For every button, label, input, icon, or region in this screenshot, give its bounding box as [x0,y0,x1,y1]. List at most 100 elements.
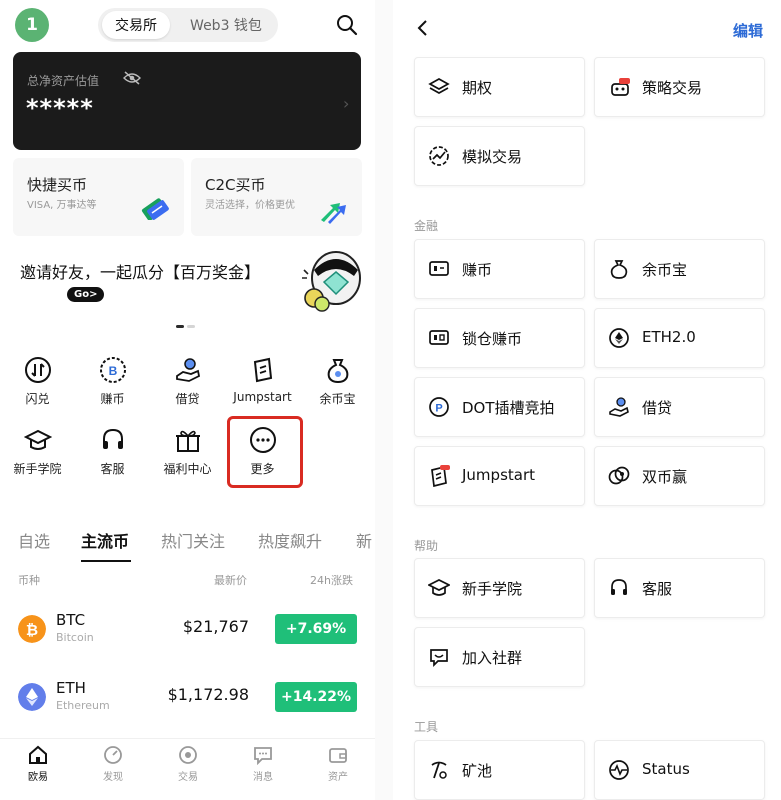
header-change: 24h涨跌 [310,574,353,587]
go-button[interactable]: Go> [67,287,105,302]
shortcut-loan[interactable]: 借贷 [150,350,225,410]
asset-card[interactable]: 总净资产估值 ***** › [13,52,361,150]
home-icon [29,745,47,764]
feature-eth2[interactable]: ETH2.0 [594,308,765,368]
nav-discover[interactable]: 发现 [83,745,143,783]
loan-icon [175,358,200,382]
tab-mainstream[interactable]: 主流币 [81,528,129,552]
card-payment-icon [141,198,169,220]
wallet-icon [329,748,347,763]
jumpstart-icon [431,465,450,487]
search-icon[interactable] [334,12,360,38]
feature-options[interactable]: 期权 [414,57,585,117]
feature-label: Jumpstart [462,466,536,484]
headset-icon [102,428,123,449]
shortcut-academy[interactable]: 新手学院 [0,420,75,480]
market-tabs: 自选 主流币 热门关注 热度飙升 新 [0,522,375,562]
mode-switch[interactable]: 交易所 Web3 钱包 [98,8,278,42]
savings-bag-icon [327,359,348,384]
back-arrow-icon[interactable] [415,18,431,38]
shortcut-label: 福利中心 [163,462,212,476]
eye-hidden-icon[interactable] [123,71,141,85]
discover-icon [104,746,122,764]
feature-locked-earn[interactable]: 锁仓赚币 [414,308,585,368]
loan-icon [609,397,629,417]
feature-dot-auction[interactable]: P DOT插槽竞拍 [414,377,585,437]
nav-home[interactable]: 欧易 [8,745,68,783]
feature-status[interactable]: Status [594,740,765,800]
shortcut-label: 借贷 [175,392,200,406]
nav-trade[interactable]: 交易 [158,745,218,783]
shortcut-label: 余币宝 [319,392,356,406]
coin-name: Bitcoin [56,631,94,644]
table-row[interactable]: ETH Ethereum $1,172.98 +14.22% [0,668,375,728]
feature-dual-currency[interactable]: 双币赢 [594,446,765,506]
feature-loan[interactable]: 借贷 [594,377,765,437]
nav-messages[interactable]: 消息 [233,745,293,783]
shortcut-label: 赚币 [100,392,125,406]
shortcut-support[interactable]: 客服 [75,420,150,480]
feature-mining-pool[interactable]: 矿池 [414,740,585,800]
nav-label: 消息 [253,772,273,783]
quick-buy-sub: VISA, 万事达等 [27,200,97,211]
shortcut-earn[interactable]: B 赚币 [75,350,150,410]
change-badge[interactable]: +7.69% [275,614,357,644]
more-highlight-box [227,416,303,488]
quick-buy-card[interactable]: 快捷买币 VISA, 万事达等 [13,158,184,236]
coin-symbol: BTC [56,611,86,629]
section-help: 帮助 [414,539,439,553]
section-finance: 金融 [414,219,439,233]
feature-support[interactable]: 客服 [594,558,765,618]
invite-text: 邀请好友，一起瓜分【百万奖金】 [20,263,261,282]
feature-academy[interactable]: 新手学院 [414,558,585,618]
header-coin: 币种 [18,574,40,587]
feature-earn[interactable]: 赚币 [414,239,585,299]
feature-label: 双币赢 [642,468,688,486]
table-row[interactable]: ₿ BTC Bitcoin $21,767 +7.69% [0,600,375,660]
tab-trending[interactable]: 热度飙升 [258,528,322,552]
tab-web3-wallet[interactable]: Web3 钱包 [178,11,274,39]
dual-coins-icon [608,466,630,485]
shortcut-savings[interactable]: 余币宝 [300,350,375,410]
coin-price: $21,767 [182,617,249,636]
shortcut-label: 客服 [100,462,125,476]
feature-jumpstart[interactable]: Jumpstart [414,446,585,506]
c2c-buy-sub: 灵活选择，价格更优 [205,200,295,211]
edit-button[interactable]: 编辑 [733,20,763,41]
shortcut-label: 新手学院 [13,462,62,476]
shortcut-swap[interactable]: 闪兑 [0,350,75,410]
tab-favorites[interactable]: 自选 [18,528,50,552]
tab-new[interactable]: 新 [356,528,372,552]
jumpstart-icon [253,357,272,383]
svg-text:P: P [435,403,442,415]
tab-exchange[interactable]: 交易所 [102,11,170,39]
c2c-buy-card[interactable]: C2C买币 灵活选择，价格更优 [191,158,362,236]
earn-box-icon [429,261,449,276]
feature-label: ETH2.0 [642,328,696,346]
chat-bubble-icon [430,649,448,668]
change-badge[interactable]: +14.22% [275,682,357,712]
feature-label: 余币宝 [642,261,688,279]
feature-community[interactable]: 加入社群 [414,627,585,687]
avatar-text: 1 [26,15,38,35]
pulse-icon [609,760,629,780]
treasure-illustration-icon [302,251,361,312]
exchange-home-screen: 1 交易所 Web3 钱包 总净资产估值 ***** › 快捷买币 VISA, … [0,0,375,800]
feature-label: Status [642,760,690,778]
avatar[interactable]: 1 [15,8,49,42]
polkadot-icon: P [429,397,449,417]
asset-value: ***** [26,94,94,122]
quick-buy-title: 快捷买币 [27,176,88,194]
tab-underline [81,560,131,562]
nav-assets[interactable]: 资产 [308,745,368,783]
feature-label: 期权 [462,79,493,97]
shortcut-jumpstart[interactable]: Jumpstart [225,350,300,410]
feature-strategy[interactable]: 策略交易 [594,57,765,117]
headset-icon [611,579,627,595]
shortcut-rewards[interactable]: 福利中心 [150,420,225,480]
pickaxe-icon [431,761,447,779]
panel-divider [375,0,393,800]
feature-savings[interactable]: 余币宝 [594,239,765,299]
feature-demo-trading[interactable]: 模拟交易 [414,126,585,186]
tab-hot[interactable]: 热门关注 [161,528,225,552]
